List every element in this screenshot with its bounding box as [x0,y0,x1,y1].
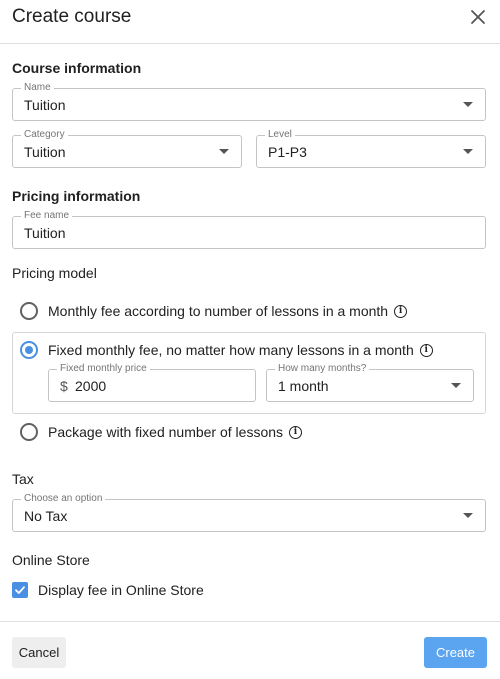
radio-button[interactable] [20,423,38,441]
level-select[interactable]: Level P1-P3 [256,129,486,168]
info-icon[interactable]: i [394,304,408,318]
pricing-option-label: Monthly fee according to number of lesso… [48,303,389,319]
dialog-title: Create course [12,6,132,27]
info-icon[interactable]: i [289,425,303,439]
pricing-option-monthly-by-lessons[interactable]: Monthly fee according to number of lesso… [20,302,408,320]
category-value: Tuition [24,143,66,160]
info-icon[interactable]: i [419,343,433,357]
course-name-value: Tuition [24,96,66,113]
display-fee-label: Display fee in Online Store [38,582,204,598]
radio-button[interactable] [20,302,38,320]
pricing-option-package[interactable]: Package with fixed number of lessons i [20,423,303,441]
fee-name-value: Tuition [24,224,66,241]
level-value: P1-P3 [268,143,307,160]
check-icon [15,586,25,594]
cancel-button[interactable]: Cancel [12,637,66,668]
how-many-months-select[interactable]: How many months? 1 month [266,363,474,402]
category-select[interactable]: Category Tuition [12,129,242,168]
tax-select[interactable]: Choose an option No Tax [12,493,486,532]
course-information-heading: Course information [12,60,142,76]
chevron-down-icon [451,382,461,388]
currency-symbol: $ [60,377,68,394]
chevron-down-icon [463,148,473,154]
how-many-months-value: 1 month [278,377,329,394]
fee-name-field[interactable]: Fee name Tuition [12,210,486,249]
chevron-down-icon [463,512,473,518]
online-store-label: Online Store [12,552,90,568]
pricing-information-heading: Pricing information [12,188,141,204]
fixed-monthly-price-field[interactable]: Fixed monthly price $ 2000 [48,363,256,402]
close-icon[interactable] [466,5,490,29]
fixed-monthly-price-value: 2000 [75,377,107,394]
radio-button-selected[interactable] [20,341,38,359]
checkbox-checked[interactable] [12,582,28,598]
display-fee-online-store-option[interactable]: Display fee in Online Store [12,582,204,598]
tax-label: Tax [12,471,34,487]
pricing-model-label: Pricing model [12,265,97,281]
pricing-option-label: Fixed monthly fee, no matter how many le… [48,342,414,358]
dialog-header: Create course [0,0,500,44]
chevron-down-icon [463,101,473,107]
tax-value: No Tax [24,507,68,524]
create-button[interactable]: Create [424,637,487,668]
chevron-down-icon [219,148,229,154]
pricing-option-fixed-monthly[interactable]: Fixed monthly fee, no matter how many le… [20,341,433,359]
course-name-select[interactable]: Name Tuition [12,82,486,121]
pricing-option-label: Package with fixed number of lessons [48,424,284,440]
dialog-footer: Cancel Create [0,621,500,679]
